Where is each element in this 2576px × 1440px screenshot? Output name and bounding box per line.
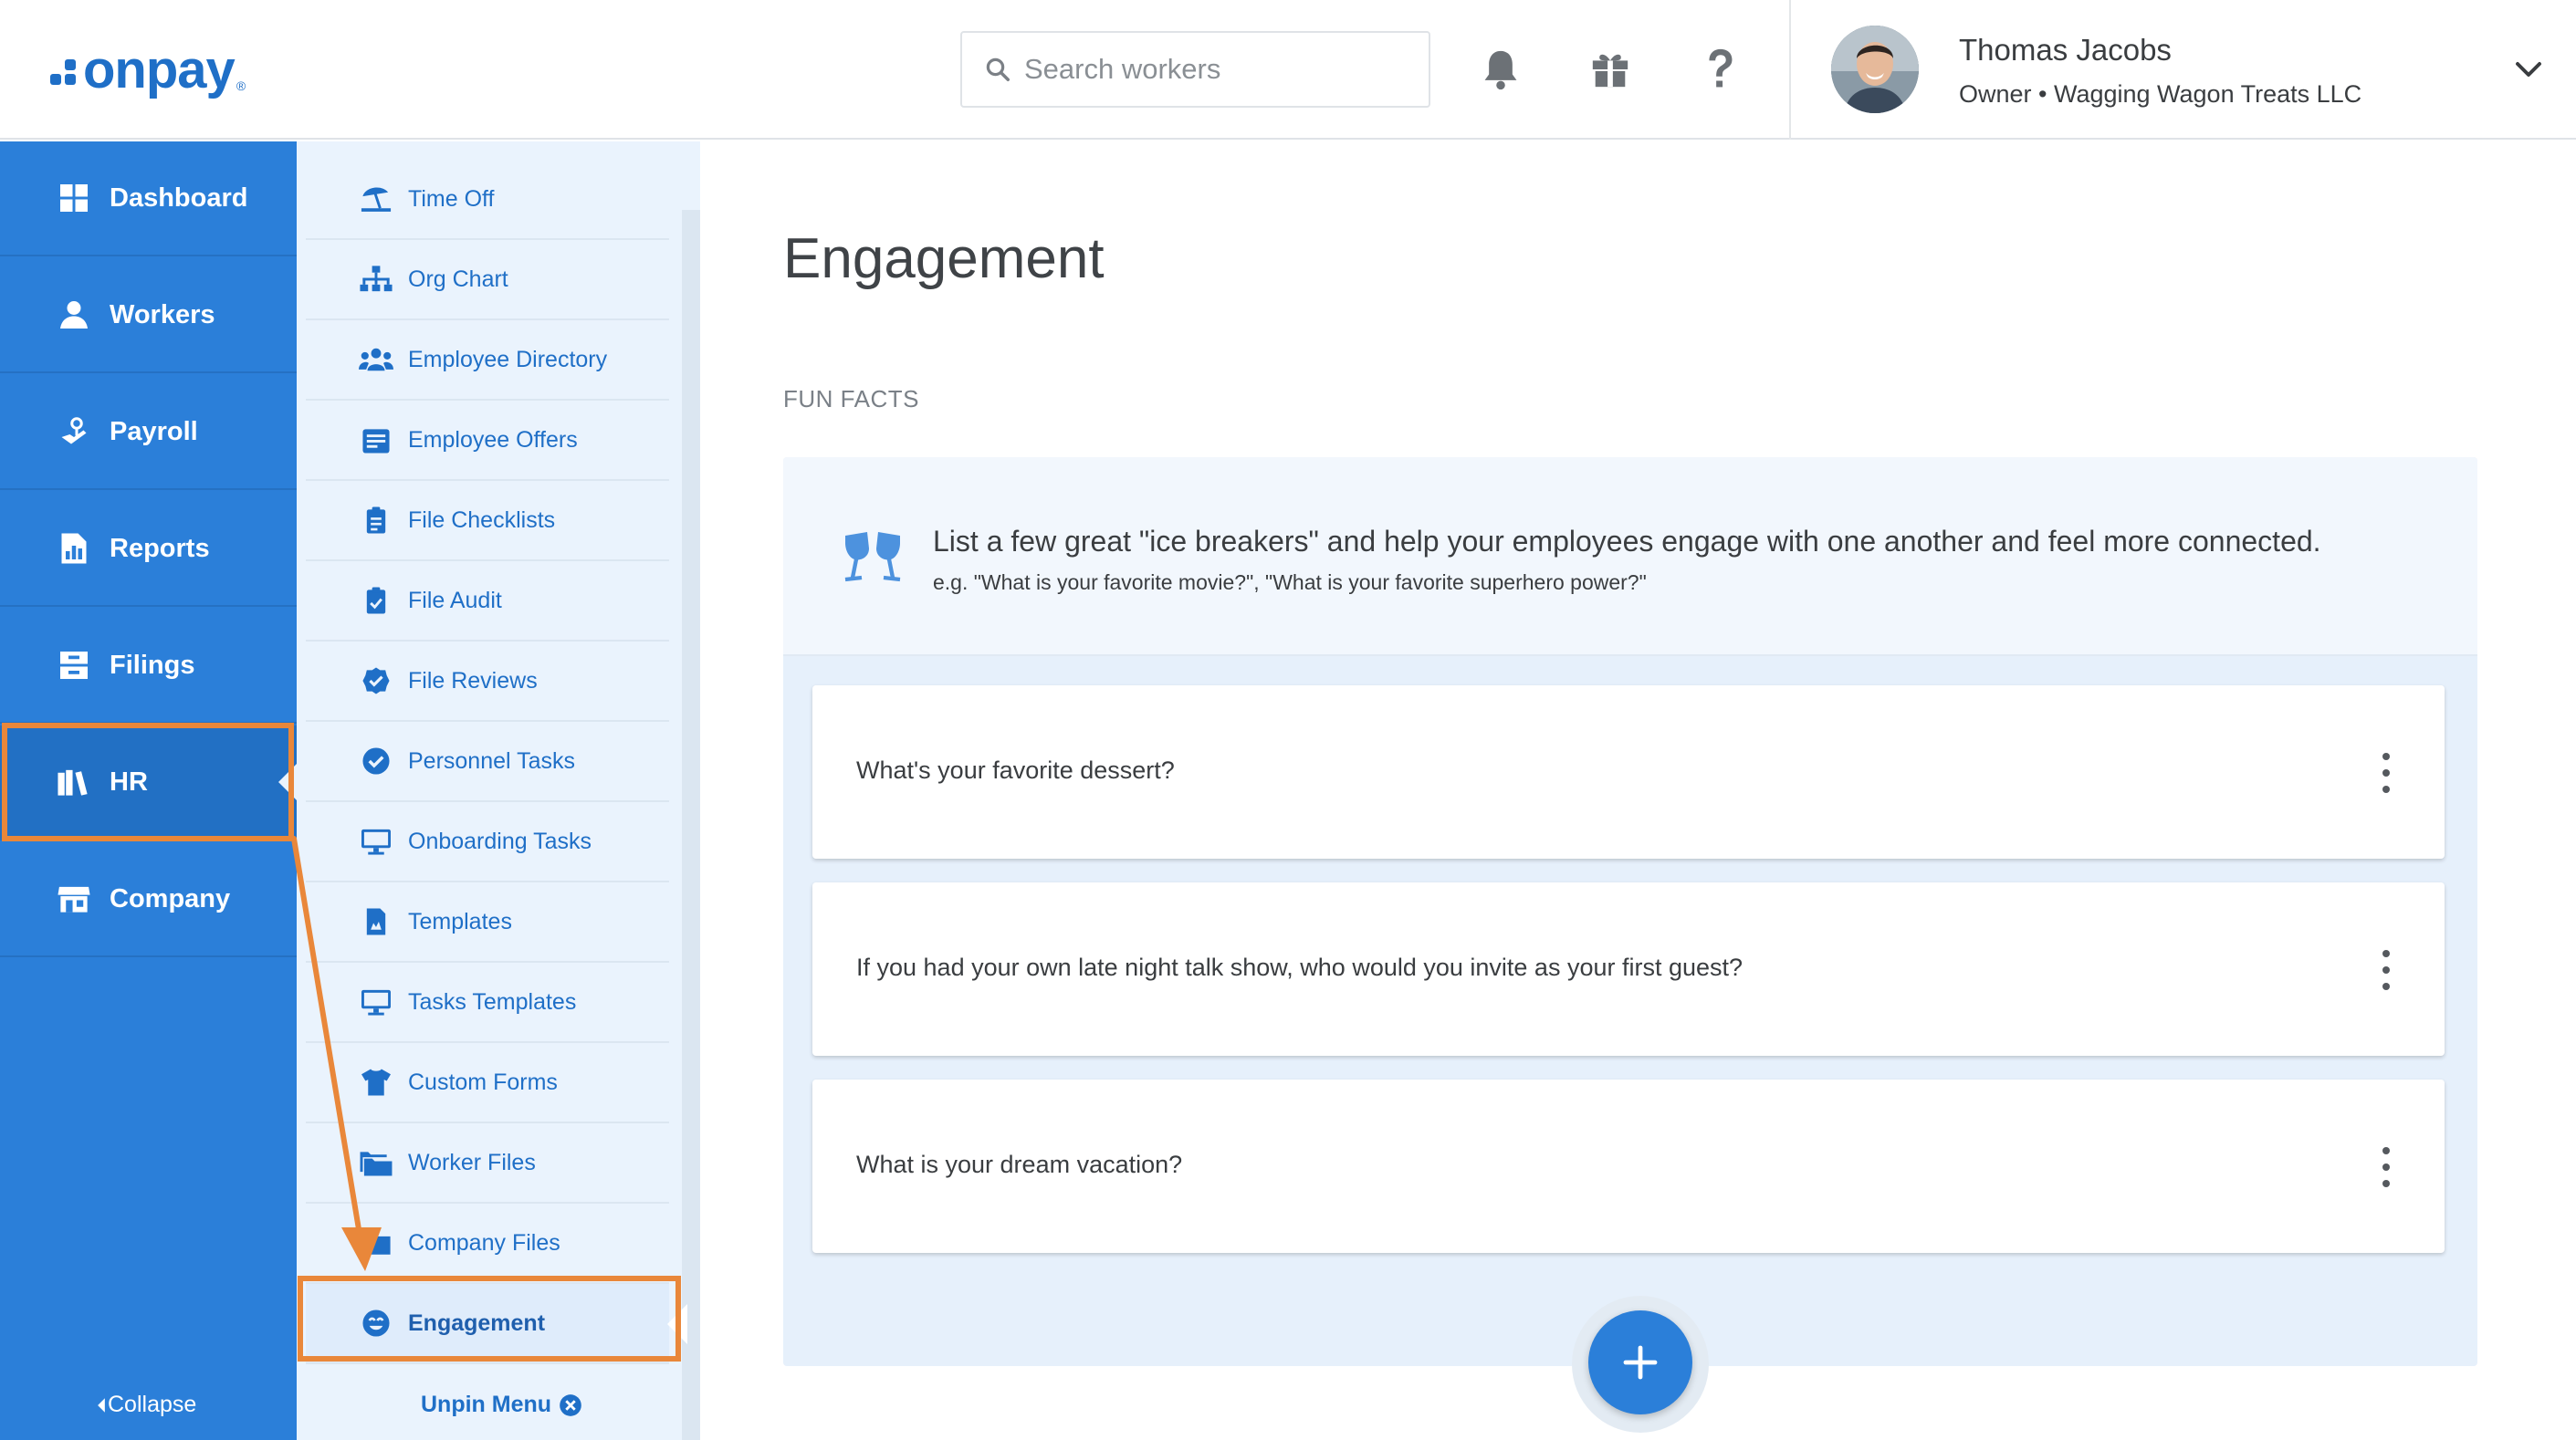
- submenu-label: Employee Directory: [408, 346, 608, 372]
- close-circle-icon: [560, 1393, 581, 1416]
- check-circle-icon: [359, 744, 393, 778]
- more-vertical-icon[interactable]: [2377, 950, 2395, 990]
- top-header: onpay ® Search workers Thomas Jacobs Own…: [0, 0, 2576, 140]
- annotation-arrow-icon: [291, 836, 382, 1271]
- user-name[interactable]: Thomas Jacobs: [1959, 33, 2172, 68]
- nav-label: HR: [110, 767, 148, 797]
- question-text: What's your favorite dessert?: [856, 757, 1175, 784]
- main-sidebar: Dashboard Workers Payroll Reports Filing…: [0, 141, 297, 1440]
- submenu-label: Custom Forms: [408, 1069, 558, 1095]
- filings-icon: [57, 648, 91, 683]
- question-card[interactable]: If you had your own late night talk show…: [812, 882, 2445, 1056]
- submenu-label: Engagement: [408, 1310, 546, 1336]
- nav-payroll[interactable]: Payroll: [0, 375, 297, 490]
- header-divider: [1789, 0, 1791, 140]
- search-input[interactable]: [1024, 53, 1408, 86]
- unpin-label: Unpin Menu: [421, 1392, 552, 1417]
- nav-company[interactable]: Company: [0, 842, 297, 957]
- workers-icon: [57, 297, 91, 332]
- submenu-label: Time Off: [408, 185, 495, 212]
- nav-label: Filings: [110, 650, 195, 680]
- active-indicator: [278, 764, 297, 800]
- nav-hr[interactable]: HR: [0, 725, 297, 840]
- search-box[interactable]: [960, 31, 1430, 108]
- user-role: Owner • Wagging Wagon Treats LLC: [1959, 80, 2362, 108]
- avatar[interactable]: [1831, 26, 1919, 113]
- submenu-label: File Reviews: [408, 667, 538, 694]
- submenu-label: Org Chart: [408, 266, 508, 292]
- offer-icon: [359, 423, 393, 457]
- more-vertical-icon[interactable]: [2377, 1147, 2395, 1187]
- help-icon[interactable]: [1691, 40, 1749, 99]
- collapse-label: Collapse: [108, 1392, 197, 1417]
- submenu-label: File Checklists: [408, 506, 556, 533]
- clipboard-icon: [359, 503, 393, 537]
- submenu-label: Templates: [408, 908, 512, 934]
- nav-dashboard[interactable]: Dashboard: [0, 141, 297, 256]
- submenu-label: Onboarding Tasks: [408, 828, 592, 854]
- submenu-item-engagement[interactable]: Engagement: [306, 1284, 687, 1364]
- search-icon: [986, 57, 1010, 81]
- submenu-item-time-off[interactable]: Time Off: [306, 160, 669, 240]
- intro-example: e.g. "What is your favorite movie?", "Wh…: [933, 570, 1647, 594]
- cheers-glasses-icon: [844, 532, 901, 582]
- submenu-label: Tasks Templates: [408, 988, 577, 1015]
- submenu-item-file-audit[interactable]: File Audit: [306, 561, 669, 642]
- submenu-label: Employee Offers: [408, 426, 578, 453]
- section-label: FUN FACTS: [783, 385, 919, 412]
- nav-label: Reports: [110, 533, 210, 563]
- submenu-item-file-checklists[interactable]: File Checklists: [306, 481, 669, 561]
- submenu-label: Personnel Tasks: [408, 747, 575, 774]
- collapse-button[interactable]: Collapse: [95, 1392, 196, 1418]
- intro-text: List a few great "ice breakers" and help…: [933, 525, 2321, 558]
- onpay-logo[interactable]: onpay ®: [50, 38, 246, 102]
- plus-icon: [1623, 1345, 1658, 1380]
- bell-icon[interactable]: [1471, 40, 1530, 99]
- beach-umbrella-icon: [359, 182, 393, 216]
- question-text: If you had your own late night talk show…: [856, 954, 1744, 981]
- nav-label: Dashboard: [110, 183, 248, 213]
- page-title: Engagement: [783, 227, 1105, 290]
- question-text: What is your dream vacation?: [856, 1151, 1183, 1178]
- reports-icon: [57, 531, 91, 566]
- people-icon: [359, 342, 393, 377]
- logo-registered-mark: ®: [236, 78, 246, 93]
- add-question-button[interactable]: [1588, 1310, 1692, 1414]
- question-card[interactable]: What is your dream vacation?: [812, 1080, 2445, 1253]
- logo-text: onpay: [83, 40, 236, 99]
- chevron-down-icon[interactable]: [2512, 55, 2545, 84]
- submenu-scrollbar[interactable]: [682, 210, 700, 1440]
- nav-workers[interactable]: Workers: [0, 258, 297, 373]
- nav-label: Company: [110, 883, 231, 913]
- payroll-icon: [57, 414, 91, 449]
- question-card[interactable]: What's your favorite dessert?: [812, 685, 2445, 859]
- submenu-item-file-reviews[interactable]: File Reviews: [306, 642, 669, 722]
- submenu-item-personnel-tasks[interactable]: Personnel Tasks: [306, 722, 669, 802]
- nav-reports[interactable]: Reports: [0, 492, 297, 607]
- submenu-label: File Audit: [408, 587, 502, 613]
- fun-facts-panel: List a few great "ice breakers" and help…: [783, 457, 2477, 1366]
- submenu-item-employee-offers[interactable]: Employee Offers: [306, 401, 669, 481]
- hr-icon: [57, 765, 91, 799]
- gift-icon[interactable]: [1581, 40, 1639, 99]
- nav-label: Workers: [110, 299, 215, 329]
- smile-icon: [359, 1306, 393, 1341]
- submenu-label: Worker Files: [408, 1149, 536, 1175]
- clipboard-check-icon: [359, 583, 393, 618]
- dashboard-icon: [57, 181, 91, 215]
- caret-left-icon: [98, 1397, 105, 1413]
- unpin-menu-button[interactable]: Unpin Menu: [421, 1392, 582, 1418]
- intro-box: List a few great "ice breakers" and help…: [783, 457, 2477, 656]
- badge-check-icon: [359, 663, 393, 698]
- nav-label: Payroll: [110, 416, 198, 446]
- org-chart-icon: [359, 262, 393, 297]
- submenu-label: Company Files: [408, 1229, 560, 1256]
- submenu-item-employee-directory[interactable]: Employee Directory: [306, 320, 669, 401]
- submenu-item-org-chart[interactable]: Org Chart: [306, 240, 669, 320]
- nav-filings[interactable]: Filings: [0, 609, 297, 724]
- company-icon: [57, 882, 91, 916]
- logo-mark: [50, 52, 78, 89]
- more-vertical-icon[interactable]: [2377, 753, 2395, 793]
- active-indicator: [667, 1304, 687, 1344]
